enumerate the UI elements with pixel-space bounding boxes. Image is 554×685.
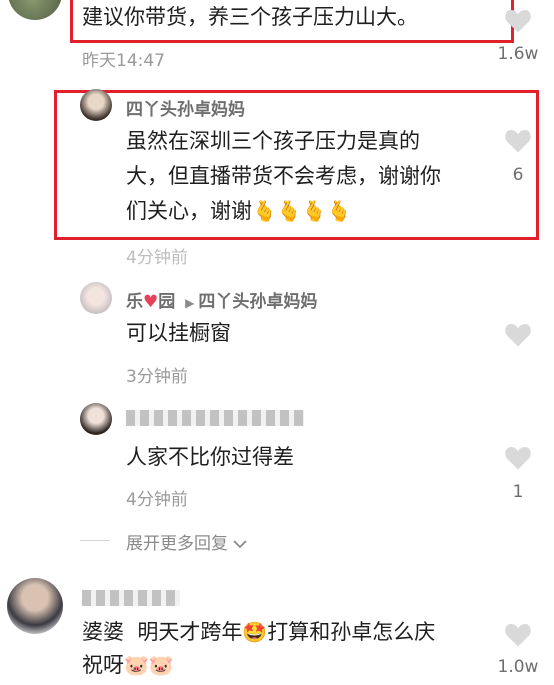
comment-text-line: 婆婆 明天才跨年🤩打算和孙卓怎么庆 (82, 617, 435, 649)
comment-time: 4分钟前 (126, 490, 188, 510)
chevron-down-icon (233, 540, 248, 549)
comment-text-segment: 打算和孙卓怎么庆 (267, 620, 436, 644)
heart-icon[interactable] (503, 126, 533, 154)
username-obscured (82, 590, 180, 606)
comment-time: 4分钟前 (126, 248, 188, 268)
avatar[interactable] (80, 89, 112, 121)
username-text: 园 (158, 292, 176, 312)
heart-icon[interactable] (503, 320, 533, 348)
comment-text-line: 们关心，谢谢🫰🫰🫰🫰 (126, 196, 352, 228)
heart-icon[interactable] (503, 443, 533, 471)
expand-more-label: 展开更多回复 (126, 534, 228, 554)
username[interactable]: 四丫头孙卓妈妈 (126, 95, 245, 120)
comment-text-segment: 婆婆 明天才跨年 (82, 620, 243, 644)
comment-text-line: 虽然在深圳三个孩子压力是真的 (126, 129, 420, 153)
expand-more-replies[interactable]: 展开更多回复 (126, 529, 248, 554)
comment-text-line: 大，但直播带货不会考虑，谢谢你 (126, 164, 441, 188)
comment-text-segment: 们关心，谢谢 (126, 199, 252, 223)
reply-arrow-icon: ▶ (185, 296, 195, 310)
expand-divider (80, 540, 110, 541)
heart-icon[interactable] (503, 620, 533, 648)
pig-face-emoji: 🐷🐷 (124, 653, 174, 677)
like-count: 1 (512, 482, 524, 502)
avatar[interactable] (8, 0, 62, 20)
comment-text: 可以挂橱窗 (126, 321, 231, 345)
like-count: 1.0w (497, 657, 539, 677)
username-text: 乐 (126, 292, 143, 312)
star-struck-emoji: 🤩 (242, 620, 268, 644)
comment-time: 昨天14:47 (82, 51, 165, 71)
comment-time: 3分钟前 (126, 367, 188, 387)
avatar[interactable] (7, 578, 63, 634)
finger-heart-emoji: 🫰🫰🫰🫰 (252, 199, 352, 223)
heart-symbol-icon: ♥ (143, 292, 159, 312)
comment-text-segment: 祝呀 (82, 653, 124, 677)
heart-icon[interactable] (503, 6, 533, 34)
avatar[interactable] (80, 282, 112, 314)
username-obscured (126, 410, 304, 426)
like-count: 1.6w (497, 44, 539, 64)
avatar[interactable] (80, 403, 112, 435)
highlight-box (70, 0, 514, 43)
comment-text: 人家不比你过得差 (126, 445, 294, 469)
username[interactable]: 乐♥园 ▶ 四丫头孙卓妈妈 (126, 287, 317, 312)
reply-to-username[interactable]: 四丫头孙卓妈妈 (198, 292, 317, 312)
comment-text-line: 祝呀🐷🐷 (82, 650, 174, 682)
like-count: 6 (512, 165, 524, 185)
